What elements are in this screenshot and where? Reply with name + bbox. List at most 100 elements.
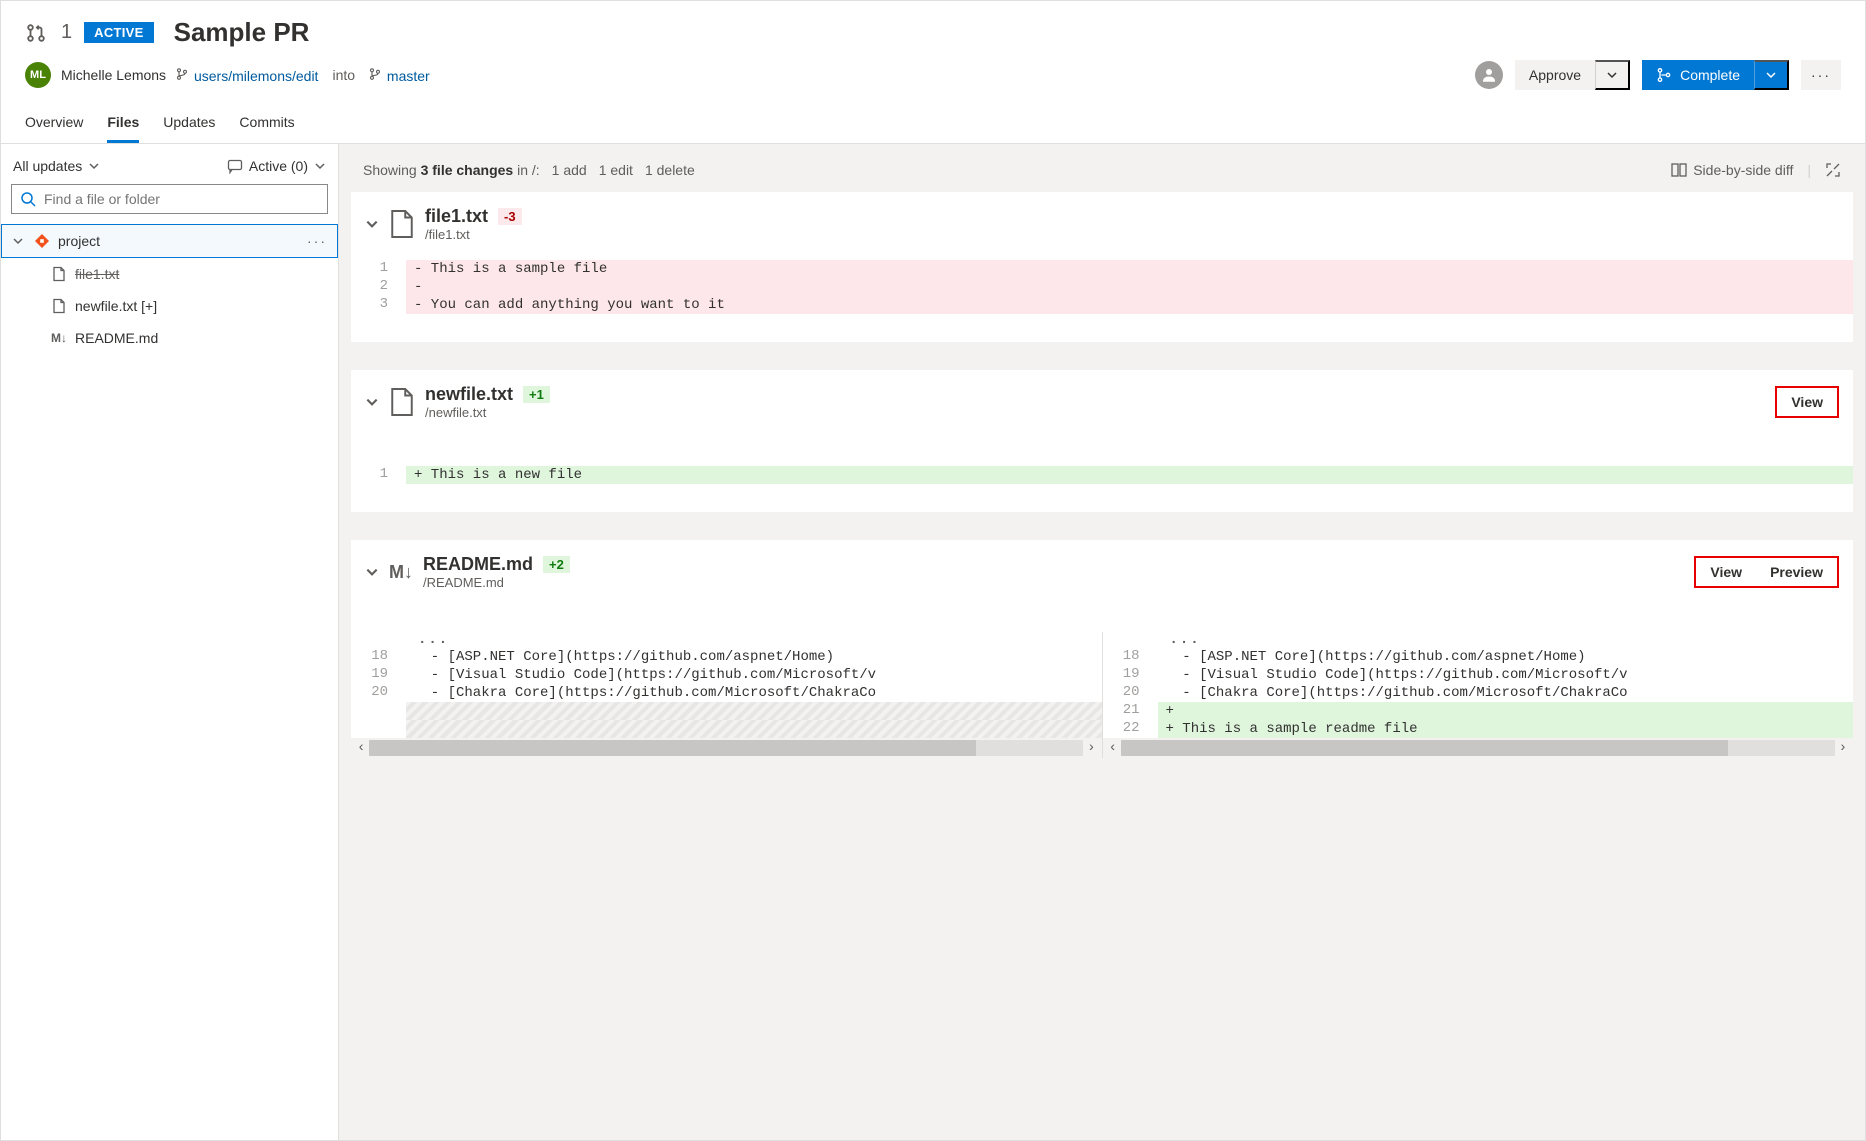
file-card: M↓ README.md +2 /README.md View Preview: [351, 540, 1853, 758]
diff-line-added[interactable]: + This is a sample readme file: [1158, 720, 1854, 738]
diff-line-deleted[interactable]: - You can add anything you want to it: [406, 296, 1853, 314]
tree-file-deleted[interactable]: file1.txt: [1, 258, 338, 290]
diff-count-badge: +2: [543, 556, 570, 573]
tab-updates[interactable]: Updates: [163, 104, 215, 143]
diff-body-split: ... 18 - [ASP.NET Core](https://github.c…: [351, 608, 1853, 758]
tree-file-label: newfile.txt [+]: [75, 298, 157, 314]
author-name[interactable]: Michelle Lemons: [61, 67, 166, 83]
tree-file-modified[interactable]: M↓ README.md: [1, 322, 338, 354]
tree-root-project[interactable]: project ···: [1, 224, 338, 258]
preview-button[interactable]: Preview: [1756, 558, 1837, 586]
tree-more-button[interactable]: ···: [307, 233, 327, 249]
branch-icon: [369, 68, 385, 84]
diff-line-deleted[interactable]: -: [406, 278, 1853, 296]
collapse-button[interactable]: [365, 395, 379, 409]
scroll-left-icon[interactable]: ‹: [1109, 740, 1117, 756]
file-icon: [51, 266, 67, 282]
scroll-right-icon[interactable]: ›: [1839, 740, 1847, 756]
file-name: newfile.txt: [425, 384, 513, 405]
tab-files[interactable]: Files: [107, 104, 139, 143]
chevron-down-icon: [88, 160, 100, 172]
file-tree-sidebar: All updates Active (0): [1, 144, 339, 1140]
pull-request-icon: [25, 22, 47, 44]
diff-line-added[interactable]: +: [1158, 702, 1854, 720]
expand-icon: [1825, 162, 1841, 178]
pr-number: 1: [61, 21, 72, 44]
branch-icon: [176, 68, 192, 84]
file-card: file1.txt -3 /file1.txt 1- This is a sam…: [351, 192, 1853, 342]
diff-body: 1+ This is a new file: [351, 438, 1853, 512]
status-badge: ACTIVE: [84, 22, 153, 43]
more-actions-button[interactable]: ···: [1801, 60, 1841, 90]
pr-tabs: Overview Files Updates Commits: [1, 104, 1865, 144]
approve-chevron-button[interactable]: [1595, 60, 1630, 90]
comment-icon: [227, 158, 243, 174]
more-icon: ···: [1811, 67, 1831, 83]
diff-line-context[interactable]: - [Chakra Core](https://github.com/Micro…: [1158, 684, 1854, 702]
comments-filter-dropdown[interactable]: Active (0): [227, 158, 326, 174]
diff-left-pane: ... 18 - [ASP.NET Core](https://github.c…: [351, 632, 1103, 758]
diff-line-empty: [406, 702, 1102, 720]
into-label: into: [332, 67, 355, 83]
complete-chevron-button[interactable]: [1754, 60, 1789, 90]
horizontal-scrollbar[interactable]: ‹ ›: [1103, 738, 1854, 758]
tree-file-label: README.md: [75, 330, 158, 346]
markdown-icon: M↓: [51, 331, 67, 345]
annotation-highlight: View Preview: [1694, 556, 1839, 588]
pr-header: 1 ACTIVE Sample PR ML Michelle Lemons us…: [1, 1, 1865, 104]
diff-line-context[interactable]: - [Chakra Core](https://github.com/Micro…: [406, 684, 1102, 702]
diff-line-context[interactable]: - [ASP.NET Core](https://github.com/aspn…: [1158, 648, 1854, 666]
file-icon: [389, 209, 415, 239]
file-path: /file1.txt: [425, 227, 522, 242]
diff-mode-toggle[interactable]: Side-by-side diff: [1671, 162, 1793, 178]
target-branch[interactable]: master: [369, 67, 430, 84]
collapse-button[interactable]: [365, 217, 379, 231]
view-button[interactable]: View: [1696, 558, 1756, 586]
approve-button[interactable]: Approve: [1515, 60, 1595, 90]
scroll-right-icon[interactable]: ›: [1087, 740, 1095, 756]
pr-title: Sample PR: [174, 17, 310, 48]
side-by-side-icon: [1671, 163, 1687, 177]
file-search-input[interactable]: [44, 191, 319, 207]
complete-button-group: Complete: [1642, 60, 1789, 90]
file-path: /newfile.txt: [425, 405, 550, 420]
updates-dropdown[interactable]: All updates: [13, 158, 100, 174]
file-search-box[interactable]: [11, 184, 328, 214]
chevron-down-icon: [1606, 69, 1618, 81]
file-name: file1.txt: [425, 206, 488, 227]
file-card: newfile.txt +1 /newfile.txt View 1+ This…: [351, 370, 1853, 512]
diff-body: 1- This is a sample file 2- 3- You can a…: [351, 260, 1853, 342]
tab-commits[interactable]: Commits: [239, 104, 294, 143]
diff-line-context[interactable]: - [Visual Studio Code](https://github.co…: [1158, 666, 1854, 684]
fullscreen-button[interactable]: [1825, 162, 1841, 178]
tree-file-label: file1.txt: [75, 266, 119, 282]
changes-summary: Showing 3 file changes in /: 1 add 1 edi…: [363, 162, 695, 178]
diff-line-context[interactable]: - [ASP.NET Core](https://github.com/aspn…: [406, 648, 1102, 666]
diff-line-context[interactable]: - [Visual Studio Code](https://github.co…: [406, 666, 1102, 684]
chevron-down-icon: [12, 235, 26, 247]
complete-button[interactable]: Complete: [1642, 60, 1754, 90]
diff-count-badge: +1: [523, 386, 550, 403]
file-path: /README.md: [423, 575, 570, 590]
diff-right-pane: ... 18 - [ASP.NET Core](https://github.c…: [1103, 632, 1854, 758]
file-name: README.md: [423, 554, 533, 575]
file-icon: [389, 387, 415, 417]
approve-button-group: Approve: [1515, 60, 1630, 90]
diff-line-added[interactable]: + This is a new file: [406, 466, 1853, 484]
search-icon: [20, 191, 36, 207]
tree-file-added[interactable]: newfile.txt [+]: [1, 290, 338, 322]
diff-line-deleted[interactable]: - This is a sample file: [406, 260, 1853, 278]
horizontal-scrollbar[interactable]: ‹ ›: [351, 738, 1102, 758]
chevron-down-icon: [314, 160, 326, 172]
repo-icon: [34, 233, 50, 249]
reviewer-avatar[interactable]: [1475, 61, 1503, 89]
view-button[interactable]: View: [1777, 388, 1837, 416]
tab-overview[interactable]: Overview: [25, 104, 83, 143]
collapse-button[interactable]: [365, 565, 379, 579]
author-avatar[interactable]: ML: [25, 62, 51, 88]
annotation-highlight: View: [1775, 386, 1839, 418]
file-icon: [51, 298, 67, 314]
diff-line-empty: [406, 720, 1102, 738]
source-branch[interactable]: users/milemons/edit: [176, 67, 318, 84]
scroll-left-icon[interactable]: ‹: [357, 740, 365, 756]
